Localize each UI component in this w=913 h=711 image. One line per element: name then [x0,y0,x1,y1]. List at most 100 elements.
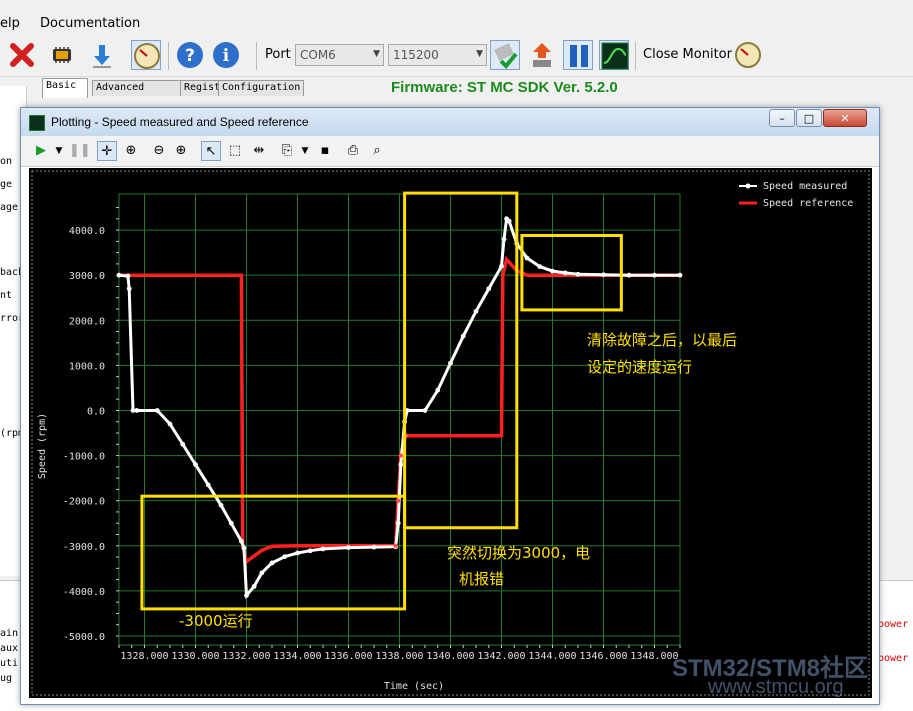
zoom-region-icon[interactable]: ⊕ [121,141,141,161]
scope-icon[interactable] [599,40,629,70]
bottom-label: ug [0,673,13,684]
y-tick-label: -5000.0 [63,632,105,643]
plot-window: Plotting - Speed measured and Speed refe… [20,107,880,705]
data-point-speed-measured [346,545,351,550]
chip-icon[interactable] [47,40,77,70]
left-label: ge [0,179,13,190]
data-point-speed-measured [626,272,632,278]
chevron-down-icon: ▼ [373,49,380,59]
x-axis-label: Time (sec) [384,681,444,692]
pause-icon[interactable] [563,40,593,70]
close-monitor-label[interactable]: Close Monitor [643,47,732,62]
toolbar-separator [168,42,169,70]
x-tick-label: 1342.000 [477,651,525,662]
x-tick-label: 1346.000 [579,651,627,662]
x-tick-label: 1336.000 [324,651,372,662]
gauge-icon[interactable] [131,40,161,70]
x-tick-label: 1338.000 [375,651,423,662]
select-pointer-icon[interactable]: ↖ [201,141,221,161]
data-point-speed-measured [244,592,249,598]
annotation-text: 清除故障之后，以最后 [587,331,737,349]
fit-icon[interactable]: ⇹ [249,141,269,161]
download-icon[interactable] [87,40,117,70]
minimize-button[interactable]: – [769,109,795,127]
data-point-speed-measured [180,441,186,447]
legend-marker-measured [745,183,751,189]
help-icon[interactable]: ? [175,40,205,70]
data-point-speed-reference [396,498,401,503]
plot-window-titlebar[interactable]: Plotting - Speed measured and Speed refe… [21,108,879,136]
data-point-speed-measured [506,218,512,224]
upload-icon[interactable] [527,40,557,70]
y-tick-label: 3000.0 [69,271,105,282]
data-point-speed-measured [448,360,453,366]
x-tick-label: 1340.000 [426,651,474,662]
data-point-speed-reference [393,543,398,548]
data-point-speed-measured [473,308,479,314]
play-icon[interactable]: ▶ [31,141,51,161]
menu-documentation[interactable]: Documentation [40,16,140,31]
data-point-speed-measured [601,272,606,278]
info-icon[interactable]: i [211,40,241,70]
legend-entry-reference: Speed reference [763,198,853,209]
menu-bar: elp Documentation [0,12,913,34]
data-point-speed-measured [307,548,313,554]
port-select[interactable]: COM6 ▼ [295,44,384,66]
close-icon[interactable] [7,40,37,70]
data-point-speed-measured [537,264,543,270]
gauge-icon[interactable] [733,40,763,70]
port-label: Port [265,47,291,62]
x-tick-label: 1344.000 [528,651,576,662]
select-box-icon[interactable]: ⬚ [225,141,245,161]
save-icon[interactable]: ▪ [315,141,335,161]
plot-window-title: Plotting - Speed measured and Speed refe… [51,115,309,129]
x-tick-label: 1328.000 [120,651,168,662]
y-tick-label: 0.0 [87,406,105,417]
data-point-speed-measured [562,270,568,276]
menu-help[interactable]: elp [0,16,20,31]
svg-text:?: ? [185,46,195,66]
baud-select[interactable]: 115200 ▼ [388,44,487,66]
x-tick-label: 1330.000 [171,651,219,662]
pause-icon[interactable]: ❚❚ [69,141,91,161]
data-point-speed-measured [677,272,683,278]
toolbar-separator [635,42,636,70]
data-point-speed-reference [398,453,403,458]
data-point-speed-measured [398,462,404,467]
chart-legend: Speed measured Speed reference [739,181,853,209]
y-tick-label: -4000.0 [63,587,105,598]
print-icon[interactable]: ⎙ [343,141,363,161]
plot-area[interactable]: 1328.000 1330.000 1332.000 1334.000 1336.000… [29,168,872,698]
power-label: power [878,653,909,664]
tab-basic[interactable]: Basic [42,78,88,98]
y-tick-label: -3000.0 [63,542,105,553]
zoom-in-icon[interactable]: ⊕ [171,141,191,161]
tab-advanced[interactable]: Advanced [92,80,188,96]
y-tick-label: 4000.0 [69,226,105,237]
data-point-speed-measured [154,408,160,413]
data-point-speed-measured [575,271,581,277]
data-point-speed-measured [524,255,530,261]
annotation-text: 机报错 [459,570,504,588]
pan-icon[interactable]: ✛ [97,141,117,161]
tab-configuration[interactable]: Configuration [218,80,304,96]
chevron-down-icon[interactable]: ▼ [295,141,315,161]
data-point-speed-measured [652,272,657,278]
print-preview-icon[interactable]: ⌕ [367,141,387,161]
data-point-speed-measured [259,570,265,576]
y-axis-label: Speed (rpm) [37,413,48,479]
chevron-down-icon[interactable]: ▼ [49,141,69,161]
y-tick-label: 2000.0 [69,316,105,327]
window-close-button[interactable]: ✕ [823,109,867,127]
copy-icon[interactable]: ⎘ [277,141,297,161]
connect-icon[interactable] [490,40,520,70]
zoom-out-icon[interactable]: ⊖ [149,141,169,161]
annotation-text: -3000运行 [179,612,253,630]
maximize-button[interactable]: □ [796,109,822,127]
data-point-speed-measured [126,286,132,292]
firmware-label: Firmware: ST MC SDK Ver. 5.2.0 [391,79,618,96]
data-point-speed-measured [125,273,131,279]
plot-toolbar: ▶ ▼ ❚❚ ✛ ⊕ ⊖ ⊕ ↖ ⬚ ⇹ ⎘ ▼ ▪ ⎙ ⌕ [21,136,879,167]
data-point-speed-measured [251,583,257,589]
left-label: age [0,202,19,213]
